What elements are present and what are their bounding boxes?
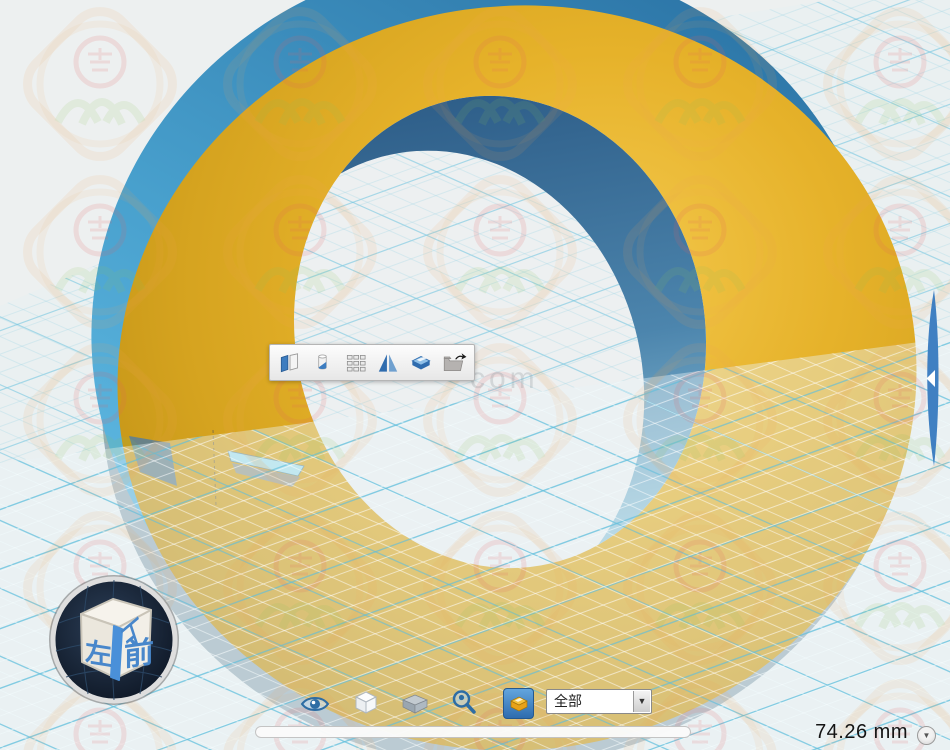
view-cube-edge-highlight[interactable]: [111, 626, 122, 680]
horizontal-scrollbar[interactable]: [255, 726, 691, 738]
display-mode-button[interactable]: [352, 689, 380, 715]
export-icon: [441, 350, 467, 376]
context-toolbar: [269, 344, 475, 381]
material-box-button[interactable]: [407, 349, 435, 377]
view-cube[interactable]: 左 前 上: [47, 573, 181, 707]
zoom-magnifier-icon: [450, 688, 478, 716]
group-button[interactable]: [276, 349, 304, 377]
selection-filter-icon: [507, 692, 531, 716]
group-icon: [277, 350, 303, 376]
pattern-icon: [343, 350, 369, 376]
panel-expand-arrow[interactable]: [920, 286, 946, 472]
visibility-eye-icon: [300, 693, 330, 715]
material-mode-button[interactable]: [400, 693, 430, 715]
zoom-button[interactable]: [450, 688, 478, 716]
chevron-down-icon[interactable]: ▼: [633, 691, 650, 712]
mirror-icon: [375, 350, 401, 376]
material-box-icon: [400, 693, 430, 715]
split-solid-button[interactable]: [309, 349, 337, 377]
filter-dropdown[interactable]: 全部 ▼: [546, 689, 652, 714]
view-cube-left-label[interactable]: 左: [85, 636, 112, 671]
export-button[interactable]: [440, 349, 468, 377]
selection-filter-button[interactable]: [503, 688, 534, 719]
visibility-button[interactable]: [300, 693, 330, 715]
display-mode-cube-icon: [352, 689, 380, 715]
filter-dropdown-value: 全部: [554, 693, 582, 709]
measurement-readout: 74.26 mm: [815, 721, 908, 744]
split-solid-icon: [310, 350, 336, 376]
watermark-text: com: [470, 362, 539, 395]
pattern-button[interactable]: [342, 349, 370, 377]
units-dropdown-button[interactable]: ▼: [917, 726, 936, 745]
mirror-button[interactable]: [374, 349, 402, 377]
material-box-icon: [408, 350, 434, 376]
